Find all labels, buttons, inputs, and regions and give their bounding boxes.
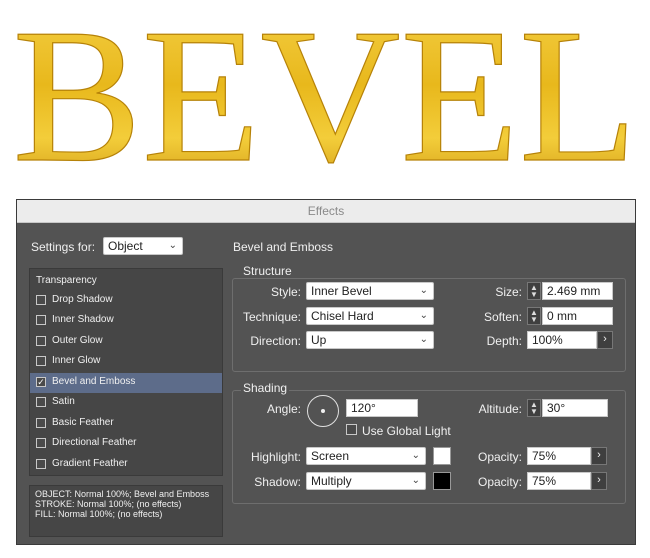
- angle-label: Angle:: [266, 402, 301, 416]
- size-input[interactable]: 2.469 mm: [542, 282, 613, 300]
- chevron-down-icon: ⌄: [411, 475, 420, 486]
- effect-item-drop-shadow[interactable]: Drop Shadow: [30, 291, 222, 311]
- angle-input[interactable]: 120°: [346, 399, 418, 417]
- chevron-down-icon: ⌄: [419, 334, 428, 345]
- highlight-dropdown[interactable]: Screen ⌄: [306, 447, 426, 465]
- bevel-title-text: BEVEL: [13, 0, 638, 180]
- shadow-value: Multiply: [311, 474, 352, 488]
- altitude-label: Altitude:: [478, 402, 522, 416]
- summary-fill: FILL: Normal 100%; (no effects): [35, 509, 163, 519]
- soften-label: Soften:: [483, 310, 522, 324]
- direction-dropdown[interactable]: Up ⌄: [306, 331, 434, 349]
- bevel-title-art: BEVEL: [12, 0, 638, 180]
- use-global-light-checkbox[interactable]: [346, 424, 357, 435]
- effect-item-bevel-and-emboss[interactable]: ✓ Bevel and Emboss: [30, 373, 222, 393]
- structure-title: Structure: [241, 264, 294, 278]
- technique-dropdown[interactable]: Chisel Hard ⌄: [306, 307, 434, 325]
- direction-label: Direction:: [250, 334, 301, 348]
- effect-item-inner-shadow[interactable]: Inner Shadow: [30, 311, 222, 331]
- style-value: Inner Bevel: [311, 284, 372, 298]
- summary-stroke: STROKE: Normal 100%; (no effects): [35, 499, 182, 509]
- shadow-opacity-label: Opacity:: [477, 475, 522, 489]
- inner-glow-checkbox[interactable]: [36, 356, 46, 366]
- summary-object: OBJECT: Normal 100%; Bevel and Emboss: [35, 489, 210, 499]
- effect-item-label: Inner Shadow: [52, 314, 114, 325]
- effects-list: Transparency Drop Shadow Inner Shadow Ou…: [29, 268, 223, 476]
- technique-value: Chisel Hard: [311, 309, 374, 323]
- highlight-label: Highlight:: [250, 450, 301, 464]
- style-dropdown[interactable]: Inner Bevel ⌄: [306, 282, 434, 300]
- inner-shadow-checkbox[interactable]: [36, 315, 46, 325]
- settings-for-label: Settings for:: [31, 240, 96, 254]
- shadow-color-swatch[interactable]: [433, 472, 451, 490]
- dialog-title-bar: Effects: [17, 200, 635, 223]
- effect-item-label: Satin: [52, 396, 75, 407]
- effect-item-basic-feather[interactable]: Basic Feather: [30, 414, 222, 434]
- effect-item-label: Basic Feather: [52, 417, 114, 428]
- effect-item-satin[interactable]: Satin: [30, 393, 222, 413]
- depth-label: Depth:: [486, 334, 522, 348]
- highlight-opacity-input[interactable]: 75%: [527, 447, 591, 465]
- use-global-light-label: Use Global Light: [362, 424, 451, 438]
- satin-checkbox[interactable]: [36, 397, 46, 407]
- outer-glow-checkbox[interactable]: [36, 336, 46, 346]
- basic-feather-checkbox[interactable]: [36, 418, 46, 428]
- shadow-opacity-input[interactable]: 75%: [527, 472, 591, 490]
- up-down-arrows-icon[interactable]: ▲ ▼: [527, 399, 541, 417]
- highlight-value: Screen: [311, 449, 350, 463]
- effect-item-label: Outer Glow: [52, 335, 103, 346]
- effect-item-outer-glow[interactable]: Outer Glow: [30, 332, 222, 352]
- settings-for-dropdown[interactable]: Object ⌄: [103, 237, 183, 255]
- effect-item-label: Drop Shadow: [52, 294, 113, 305]
- angle-dial-center: [321, 409, 325, 413]
- settings-for-value: Object: [108, 239, 143, 253]
- chevron-down-icon: ⌄: [419, 285, 428, 296]
- chevron-right-icon[interactable]: ›: [591, 472, 607, 490]
- depth-input[interactable]: 100%: [527, 331, 597, 349]
- gradient-feather-checkbox[interactable]: [36, 459, 46, 469]
- angle-dial[interactable]: [307, 395, 339, 427]
- shadow-dropdown[interactable]: Multiply ⌄: [306, 472, 426, 490]
- effects-list-header: Transparency: [36, 275, 97, 286]
- drop-shadow-checkbox[interactable]: [36, 295, 46, 305]
- up-down-arrows-icon[interactable]: ▲ ▼: [527, 307, 541, 325]
- chevron-down-icon: ⌄: [411, 450, 420, 461]
- effect-item-directional-feather[interactable]: Directional Feather: [30, 434, 222, 454]
- effect-item-gradient-feather[interactable]: Gradient Feather: [30, 455, 222, 475]
- effect-item-label: Directional Feather: [52, 437, 137, 448]
- effects-summary: OBJECT: Normal 100%; Bevel and Emboss ST…: [29, 485, 223, 537]
- effect-item-label: Inner Glow: [52, 355, 101, 366]
- bevel-and-emboss-checkbox[interactable]: ✓: [36, 377, 46, 387]
- effect-item-label: Bevel and Emboss: [52, 376, 136, 387]
- altitude-input[interactable]: 30°: [542, 399, 608, 417]
- shading-title: Shading: [241, 381, 290, 395]
- effects-dialog: Effects Settings for: Object ⌄ Bevel and…: [16, 199, 636, 545]
- effect-item-inner-glow[interactable]: Inner Glow: [30, 352, 222, 372]
- chevron-down-icon: ⌄: [419, 310, 428, 321]
- section-title: Bevel and Emboss: [233, 240, 334, 254]
- style-label: Style:: [270, 285, 301, 299]
- direction-value: Up: [311, 333, 327, 347]
- up-down-arrows-icon[interactable]: ▲ ▼: [527, 282, 541, 300]
- chevron-right-icon[interactable]: ›: [597, 331, 613, 349]
- soften-input[interactable]: 0 mm: [542, 307, 613, 325]
- technique-label: Technique:: [242, 310, 301, 324]
- chevron-down-icon: ⌄: [168, 240, 177, 251]
- highlight-opacity-label: Opacity:: [477, 450, 522, 464]
- chevron-right-icon[interactable]: ›: [591, 447, 607, 465]
- size-label: Size:: [495, 285, 522, 299]
- highlight-color-swatch[interactable]: [433, 447, 451, 465]
- effect-item-label: Gradient Feather: [52, 458, 128, 469]
- directional-feather-checkbox[interactable]: [36, 438, 46, 448]
- shadow-label: Shadow:: [254, 475, 301, 489]
